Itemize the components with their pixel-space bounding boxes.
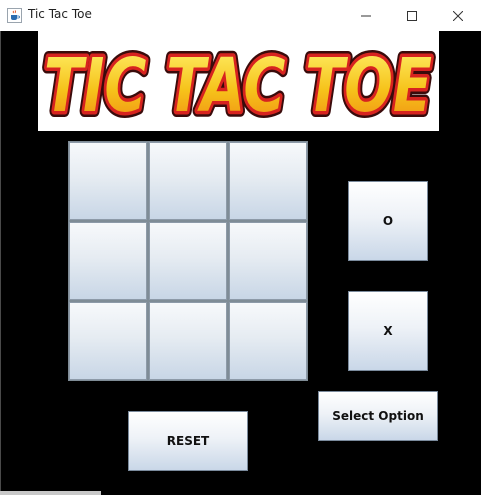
board-cell-8[interactable] xyxy=(149,302,227,380)
select-option-button[interactable]: Select Option xyxy=(318,391,438,441)
board-cell-6[interactable] xyxy=(229,222,307,300)
board-cell-9[interactable] xyxy=(229,302,307,380)
maximize-button[interactable] xyxy=(389,0,435,31)
close-icon xyxy=(453,10,463,21)
minimize-button[interactable] xyxy=(343,0,389,31)
logo-banner: TIC TAC TOE TIC TAC TOE TIC TAC TOE xyxy=(38,31,439,131)
minimize-icon xyxy=(361,15,371,16)
board-cell-3[interactable] xyxy=(229,142,307,220)
choose-o-button[interactable]: O xyxy=(348,181,428,261)
close-button[interactable] xyxy=(435,0,481,31)
choose-x-button[interactable]: X xyxy=(348,291,428,371)
reset-button[interactable]: RESET xyxy=(128,411,248,471)
window-border xyxy=(0,31,1,495)
board-cell-2[interactable] xyxy=(149,142,227,220)
board-cell-4[interactable] xyxy=(69,222,147,300)
taskbar-strip xyxy=(0,491,101,495)
board-cell-1[interactable] xyxy=(69,142,147,220)
java-cup-icon xyxy=(7,8,22,23)
svg-text:TIC TAC TOE: TIC TAC TOE xyxy=(44,43,432,129)
tic-tac-toe-logo: TIC TAC TOE TIC TAC TOE TIC TAC TOE xyxy=(38,37,438,131)
maximize-icon xyxy=(407,10,417,21)
board-cell-5[interactable] xyxy=(149,222,227,300)
board-cell-7[interactable] xyxy=(69,302,147,380)
game-board xyxy=(68,141,308,381)
title-bar: Tic Tac Toe xyxy=(0,0,481,31)
window-title: Tic Tac Toe xyxy=(28,7,92,21)
